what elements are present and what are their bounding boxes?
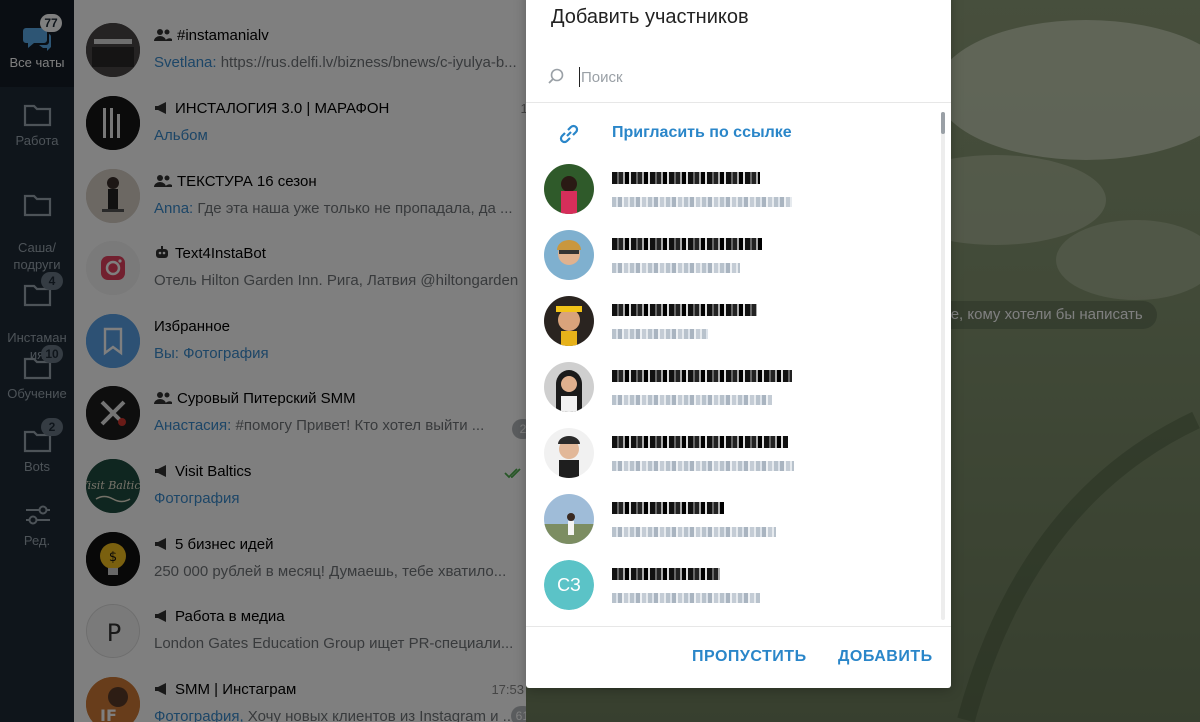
- add-members-dialog: Добавить участников Пригласить по ссылке: [526, 0, 951, 688]
- avatar: [544, 164, 594, 214]
- divider: [526, 626, 951, 627]
- contact-item[interactable]: СЗ: [526, 552, 936, 618]
- contact-item[interactable]: [526, 222, 936, 288]
- contact-last-seen: [612, 460, 812, 472]
- contact-item[interactable]: [526, 288, 936, 354]
- contact-name: [612, 303, 812, 317]
- contact-last-seen: [612, 328, 812, 340]
- contact-last-seen: [612, 196, 812, 208]
- search-box: [526, 55, 951, 103]
- dialog-title: Добавить участников: [551, 6, 749, 28]
- scrollbar[interactable]: [941, 112, 945, 620]
- avatar: [544, 362, 594, 412]
- contact-name: [612, 567, 812, 581]
- search-input[interactable]: [581, 65, 921, 89]
- scrollbar-thumb[interactable]: [941, 112, 945, 134]
- add-button[interactable]: ДОБАВИТЬ: [838, 640, 933, 674]
- contact-item[interactable]: [526, 618, 936, 626]
- contact-name: [612, 171, 812, 185]
- avatar: [544, 494, 594, 544]
- contact-last-seen: [612, 394, 812, 406]
- invite-link-button[interactable]: Пригласить по ссылке: [526, 112, 936, 154]
- contact-last-seen: [612, 262, 812, 274]
- contact-name: [612, 369, 812, 383]
- contact-item[interactable]: [526, 486, 936, 552]
- skip-button[interactable]: ПРОПУСТИТЬ: [692, 640, 807, 674]
- avatar: СЗ: [544, 560, 594, 610]
- contact-item[interactable]: [526, 156, 936, 222]
- contact-last-seen: [612, 592, 812, 604]
- contact-list: СЗ: [526, 156, 936, 626]
- avatar: [544, 230, 594, 280]
- contact-item[interactable]: [526, 420, 936, 486]
- contact-last-seen: [612, 526, 812, 538]
- contact-item[interactable]: [526, 354, 936, 420]
- contact-initials: СЗ: [544, 560, 594, 610]
- text-caret: [579, 67, 580, 87]
- link-icon: [556, 121, 582, 152]
- avatar: [544, 428, 594, 478]
- contact-name: [612, 435, 812, 449]
- search-icon: [546, 67, 566, 92]
- invite-link-label: Пригласить по ссылке: [612, 124, 792, 141]
- contact-name: [612, 501, 812, 515]
- contact-name: [612, 237, 812, 251]
- avatar: [544, 296, 594, 346]
